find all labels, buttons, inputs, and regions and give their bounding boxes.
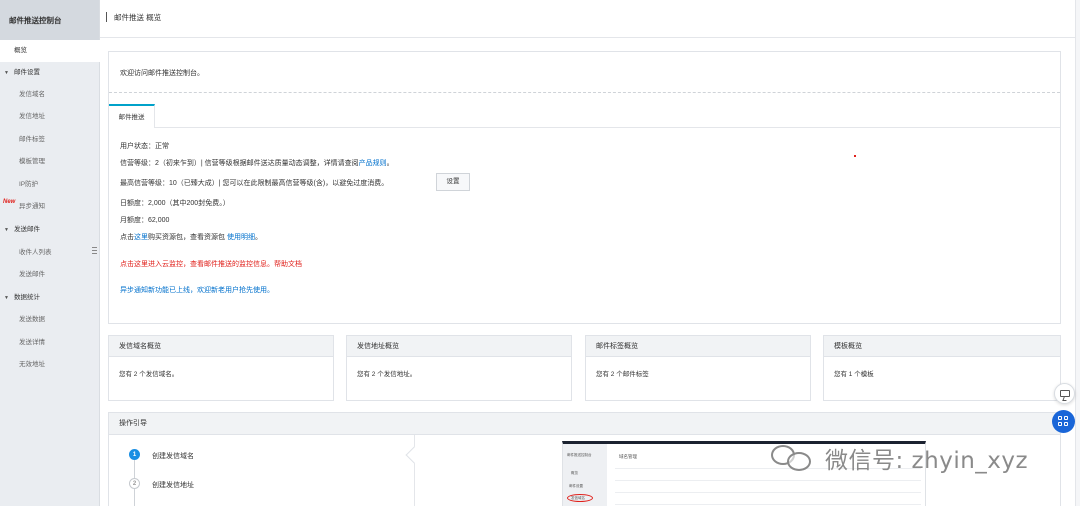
sidebar-item-sending-domain[interactable]: 发信域名 xyxy=(0,84,100,106)
sidebar-item-templates[interactable]: 模板管理 xyxy=(0,151,100,173)
preview-header: 域名管理 xyxy=(619,454,637,459)
chat-bubble-icon[interactable] xyxy=(1054,383,1075,404)
step-number: 1 xyxy=(129,449,140,460)
preview-sidebar-group: 邮件设置 xyxy=(569,484,583,488)
domain-overview-card: 发信域名概览 您有 2 个发信域名。 xyxy=(108,335,334,401)
guide-title: 操作引导 xyxy=(109,413,1060,435)
credit-level-suffix: 。 xyxy=(386,160,394,167)
card-body: 您有 2 个发信域名。 xyxy=(119,371,179,378)
buy-package: 点击这里购买资源包，查看资源包 使用明细。 xyxy=(120,232,262,242)
page-title: 邮件推送 概览 xyxy=(114,13,162,22)
sidebar-item-recipient-lists[interactable]: 收件人列表 xyxy=(0,242,100,264)
buy-here-link[interactable]: 这里 xyxy=(134,234,148,241)
monthly-quota: 月额度：62,000 xyxy=(120,217,170,224)
buy-middle: 购买资源包，查看资源包 xyxy=(148,234,225,241)
tag-overview-card: 邮件标签概览 您有 2 个邮件标签 xyxy=(585,335,811,401)
menu-handle-icon[interactable] xyxy=(92,247,98,257)
sidebar-item-ip-protection[interactable]: IP防护 xyxy=(0,174,100,196)
card-title: 发信域名概览 xyxy=(109,336,333,357)
step-number: 2 xyxy=(129,478,140,489)
cloud-monitor-link[interactable]: 点击这里进入云监控，查看邮件推送的监控信息。帮助文档 xyxy=(120,259,302,269)
caret-down-icon: ▼ xyxy=(4,227,9,233)
product-rules-link[interactable]: 产品规则 xyxy=(359,160,387,167)
set-button[interactable]: 设置 xyxy=(436,173,470,191)
welcome-text: 欢迎访问邮件推送控制台。 xyxy=(120,70,204,77)
card-title: 发信地址概览 xyxy=(347,336,571,357)
sidebar-group-statistics[interactable]: ▼ 数据统计 xyxy=(0,287,100,309)
sidebar-group-label: 邮件设置 xyxy=(14,69,40,76)
page-header: 邮件推送 概览 xyxy=(100,0,1075,38)
card-body: 您有 2 个邮件标签 xyxy=(596,371,649,378)
sidebar-item-send-details[interactable]: 发送详情 xyxy=(0,332,100,354)
buy-prefix: 点击 xyxy=(120,234,134,241)
preview-row xyxy=(615,504,921,505)
overview-panel: 欢迎访问邮件推送控制台。 邮件推送 用户状态：正常 信营等级：2（初来乍到）| … xyxy=(108,51,1061,324)
red-dot xyxy=(854,155,856,157)
dashed-divider xyxy=(109,92,1060,93)
sidebar-item-send-data[interactable]: 发送数据 xyxy=(0,309,100,331)
sidebar-group-mail-settings[interactable]: ▼ 邮件设置 xyxy=(0,62,100,84)
step-create-address[interactable]: 创建发信地址 xyxy=(152,480,194,490)
template-overview-card: 模板概览 您有 1 个模板 xyxy=(823,335,1061,401)
console-title: 邮件推送控制台 xyxy=(0,0,99,40)
credit-level: 信营等级：2（初来乍到）| 信营等级根据邮件送达质量动态调整，详情请查阅产品规则… xyxy=(120,158,394,168)
card-body: 您有 2 个发信地址。 xyxy=(357,371,417,378)
preview-row xyxy=(615,492,921,493)
tab-mail-push[interactable]: 邮件推送 xyxy=(109,104,155,128)
caret-down-icon: ▼ xyxy=(4,70,9,76)
credit-level-text: 信营等级：2（初来乍到）| 信营等级根据邮件送达质量动态调整，详情请查阅 xyxy=(120,160,359,167)
preview-row xyxy=(615,480,921,481)
sidebar: 邮件推送控制台 概览 ▼ 邮件设置 发信域名 发信地址 邮件标签 模板管理 IP… xyxy=(0,0,100,506)
chevron-left-icon xyxy=(405,446,423,464)
guide-divider xyxy=(414,435,415,506)
tab-bar: 邮件推送 xyxy=(109,104,1060,128)
scrollbar[interactable] xyxy=(1075,0,1080,506)
card-body: 您有 1 个模板 xyxy=(834,371,874,378)
sidebar-item-mail-tags[interactable]: 邮件标签 xyxy=(0,129,100,151)
max-credit-level: 最高信营等级：10（已臻大成）| 您可以在此限制最高信营等级(含)，以避免过度消… xyxy=(120,180,389,187)
caret-down-icon: ▼ xyxy=(4,295,9,301)
sidebar-group-send-mail[interactable]: ▼ 发送邮件 xyxy=(0,219,100,241)
highlight-oval xyxy=(567,494,593,502)
user-status: 用户状态：正常 xyxy=(120,143,169,150)
address-overview-card: 发信地址概览 您有 2 个发信地址。 xyxy=(346,335,572,401)
apps-grid-icon[interactable] xyxy=(1052,410,1075,433)
buy-suffix: 。 xyxy=(254,234,262,241)
async-notify-link[interactable]: 异步通知新功能已上线，欢迎新老用户抢先使用。 xyxy=(120,285,274,295)
card-title: 模板概览 xyxy=(824,336,1060,357)
sidebar-item-send-mail[interactable]: 发送邮件 xyxy=(0,264,100,286)
sidebar-item-sending-address[interactable]: 发信地址 xyxy=(0,106,100,128)
sidebar-group-label: 发送邮件 xyxy=(14,226,40,233)
sidebar-item-invalid-addresses[interactable]: 无效地址 xyxy=(0,354,100,376)
daily-quota: 日额度：2,000（其中200封免费。） xyxy=(120,200,230,207)
watermark: 微信号: zhyin_xyz xyxy=(771,443,1029,474)
sidebar-item-overview[interactable]: 概览 xyxy=(0,40,100,62)
preview-sidebar-title: 邮件推送控制台 xyxy=(567,453,592,457)
usage-details-link[interactable]: 使用明细 xyxy=(227,234,255,241)
preview-sidebar-item: 概览 xyxy=(571,471,578,475)
sidebar-item-async-notify[interactable]: 异步通知 xyxy=(0,196,100,218)
watermark-text: 微信号: zhyin_xyz xyxy=(825,448,1029,474)
sidebar-group-label: 数据统计 xyxy=(14,294,40,301)
wechat-logo-icon xyxy=(771,443,827,473)
header-divider xyxy=(106,12,107,22)
step-create-domain[interactable]: 创建发信域名 xyxy=(152,451,194,461)
card-title: 邮件标签概览 xyxy=(586,336,810,357)
